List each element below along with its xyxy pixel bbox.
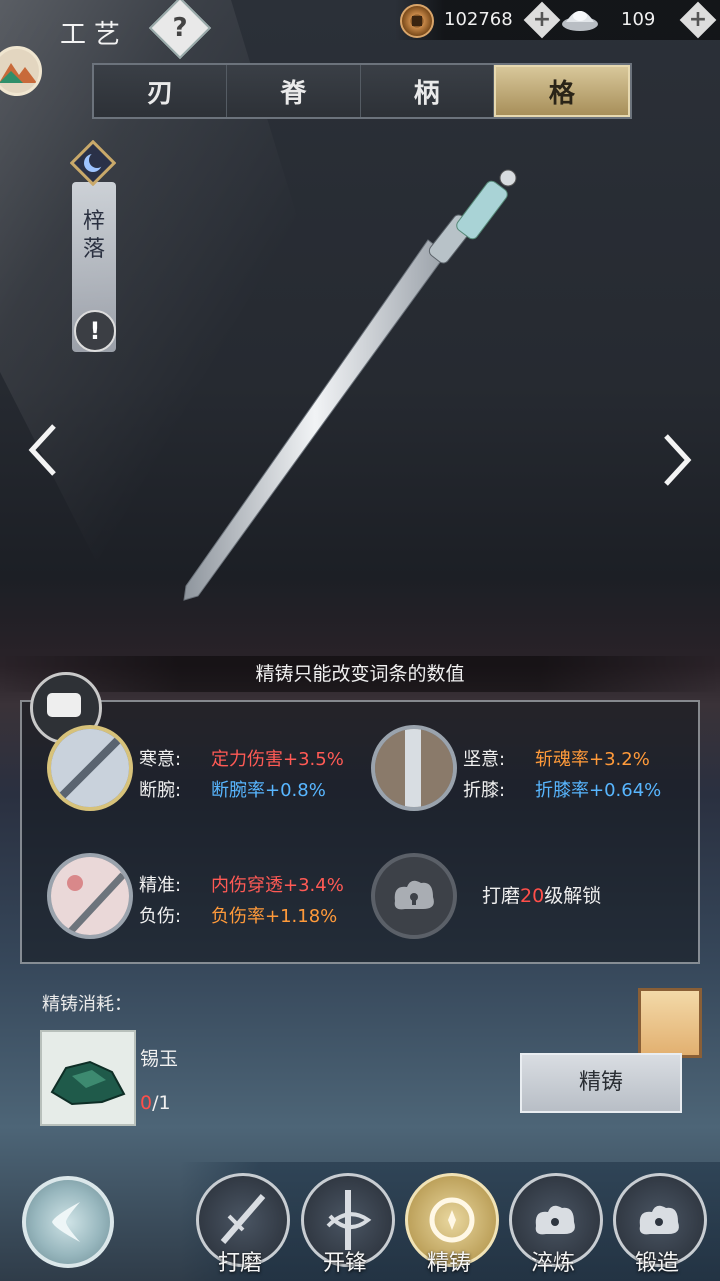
affix-3-label-b: 负伤:	[139, 906, 182, 927]
affix-1-value-b: 断腕率+0.8%	[211, 780, 326, 801]
affix-2-value-a: 斩魂率+3.2%	[535, 749, 650, 770]
add-copper-button[interactable]: +	[523, 1, 561, 39]
refine-button[interactable]: 精铸	[520, 1053, 682, 1113]
unlock-condition: 打磨20级解锁	[482, 885, 602, 907]
affix-1-label-a: 寒意:	[139, 749, 182, 770]
refine-notice: 精铸只能改变词条的数值	[0, 656, 720, 692]
tab-blade[interactable]: 刃	[94, 65, 228, 117]
affix-slot-2[interactable]	[371, 725, 457, 811]
weapon-name: 梓落	[82, 209, 105, 262]
plus-icon: +	[532, 7, 552, 33]
affix-2-label-a: 坚意:	[463, 749, 506, 770]
back-arrow-icon	[52, 1202, 80, 1242]
part-tabs: 刃 脊 柄 格	[92, 63, 632, 119]
material-count: 0/1	[140, 1092, 171, 1114]
nav-temper-label: 淬炼	[530, 1251, 575, 1276]
affix-3-value-a: 内伤穿透+3.4%	[211, 875, 344, 896]
affix-slot-3[interactable]	[47, 853, 133, 939]
info-button[interactable]: !	[74, 310, 116, 352]
material-name: 锡玉	[140, 1048, 179, 1070]
nav-forge-label: 锻造	[634, 1251, 679, 1276]
cost-title: 精铸消耗：	[42, 994, 132, 1015]
affix-2-label-b: 折膝:	[463, 780, 506, 801]
tab-spine[interactable]: 脊	[227, 65, 361, 117]
tab-guard[interactable]: 格	[493, 65, 630, 117]
prev-arrow-icon[interactable]	[26, 420, 60, 496]
affix-1-value-a: 定力伤害+3.5%	[211, 749, 344, 770]
silver-ingot-icon	[560, 4, 600, 32]
question-icon: ?	[172, 13, 188, 43]
copper-coin-icon	[400, 4, 434, 38]
locked-slot[interactable]	[371, 853, 457, 939]
help-button[interactable]: ?	[148, 0, 212, 60]
back-button[interactable]	[22, 1176, 114, 1268]
nav-grind-label: 打磨	[217, 1251, 262, 1276]
tab-hilt[interactable]: 柄	[361, 65, 494, 117]
nav-sharpen-label: 开锋	[322, 1251, 367, 1276]
next-arrow-icon[interactable]	[660, 430, 694, 506]
avatar[interactable]	[0, 46, 42, 96]
affix-3-value-b: 负伤率+1.18%	[211, 906, 338, 927]
chat-bubble-icon	[47, 693, 81, 717]
affix-2-value-b: 折膝率+0.64%	[535, 780, 662, 801]
affix-slot-1[interactable]	[47, 725, 133, 811]
affix-3-label-a: 精准:	[139, 875, 182, 896]
moon-emblem-icon	[69, 139, 117, 187]
nav-refine-label: 精铸	[426, 1251, 471, 1276]
copper-amount: 102768	[444, 9, 513, 30]
tin-jade-icon	[50, 1060, 126, 1106]
plus-icon: +	[688, 7, 708, 33]
sword-model[interactable]	[170, 160, 530, 610]
add-silver-button[interactable]: +	[679, 1, 717, 39]
affix-1-label-b: 断腕:	[139, 780, 182, 801]
lantern-decoration	[638, 988, 702, 1058]
silver-amount: 109	[621, 9, 656, 30]
material-slot[interactable]	[40, 1030, 136, 1126]
page-title: 工艺	[60, 20, 129, 50]
